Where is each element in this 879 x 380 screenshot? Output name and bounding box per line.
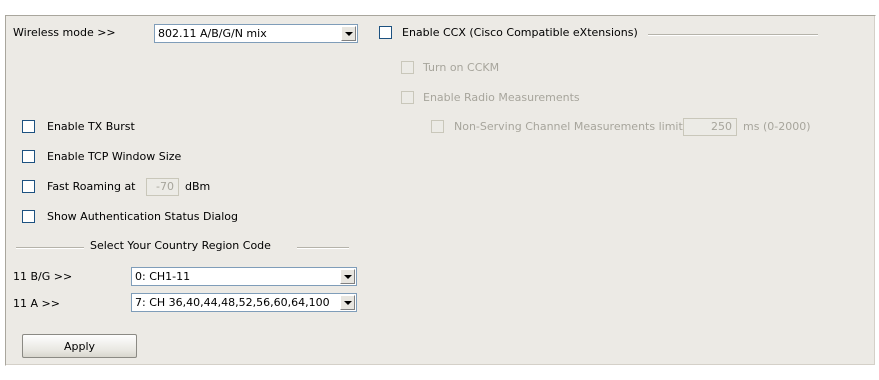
chevron-down-icon[interactable] [341, 26, 356, 41]
tcp-window-label: Enable TCP Window Size [47, 150, 182, 163]
fast-roaming-unit: dBm [185, 180, 211, 193]
enable-ccx-label: Enable CCX (Cisco Compatible eXtensions) [402, 26, 638, 39]
region-divider-right [297, 247, 349, 249]
tx-burst-label: Enable TX Burst [47, 120, 135, 133]
region-a-label: 11 A >> [13, 297, 60, 310]
tx-burst-checkbox[interactable] [22, 120, 35, 133]
region-bg-select[interactable]: 0: CH1-11 [131, 267, 357, 286]
auth-status-label: Show Authentication Status Dialog [47, 210, 239, 223]
region-title: Select Your Country Region Code [90, 239, 271, 252]
non-serving-channel-checkbox[interactable] [431, 120, 444, 133]
region-a-select[interactable]: 7: CH 36,40,44,48,52,56,60,64,100 [131, 293, 357, 312]
fast-roaming-checkbox[interactable] [22, 180, 35, 193]
auth-status-checkbox[interactable] [22, 210, 35, 223]
region-a-value: 7: CH 36,40,44,48,52,56,60,64,100 [135, 296, 330, 309]
region-divider-left [16, 247, 84, 249]
wireless-mode-select[interactable]: 802.11 A/B/G/N mix [154, 24, 358, 43]
ccx-divider [648, 34, 818, 36]
radio-measurements-label: Enable Radio Measurements [423, 91, 580, 104]
region-bg-value: 0: CH1-11 [135, 270, 191, 283]
wireless-mode-value: 802.11 A/B/G/N mix [158, 27, 267, 40]
tcp-window-checkbox[interactable] [22, 150, 35, 163]
apply-button[interactable]: Apply [22, 334, 137, 358]
region-bg-label: 11 B/G >> [13, 270, 73, 283]
non-serving-channel-label: Non-Serving Channel Measurements limit [454, 120, 683, 133]
chevron-down-icon[interactable] [340, 295, 355, 310]
fast-roaming-label: Fast Roaming at [47, 180, 136, 193]
chevron-down-icon[interactable] [340, 269, 355, 284]
enable-ccx-checkbox[interactable] [379, 26, 392, 39]
wireless-mode-label: Wireless mode >> [13, 26, 116, 39]
non-serving-unit-label: ms (0-2000) [743, 120, 811, 133]
fast-roaming-input[interactable]: -70 [146, 178, 179, 196]
turn-on-cckm-checkbox[interactable] [401, 61, 414, 74]
non-serving-limit-input[interactable]: 250 [683, 118, 737, 136]
radio-measurements-checkbox[interactable] [401, 91, 414, 104]
turn-on-cckm-label: Turn on CCKM [423, 61, 500, 74]
